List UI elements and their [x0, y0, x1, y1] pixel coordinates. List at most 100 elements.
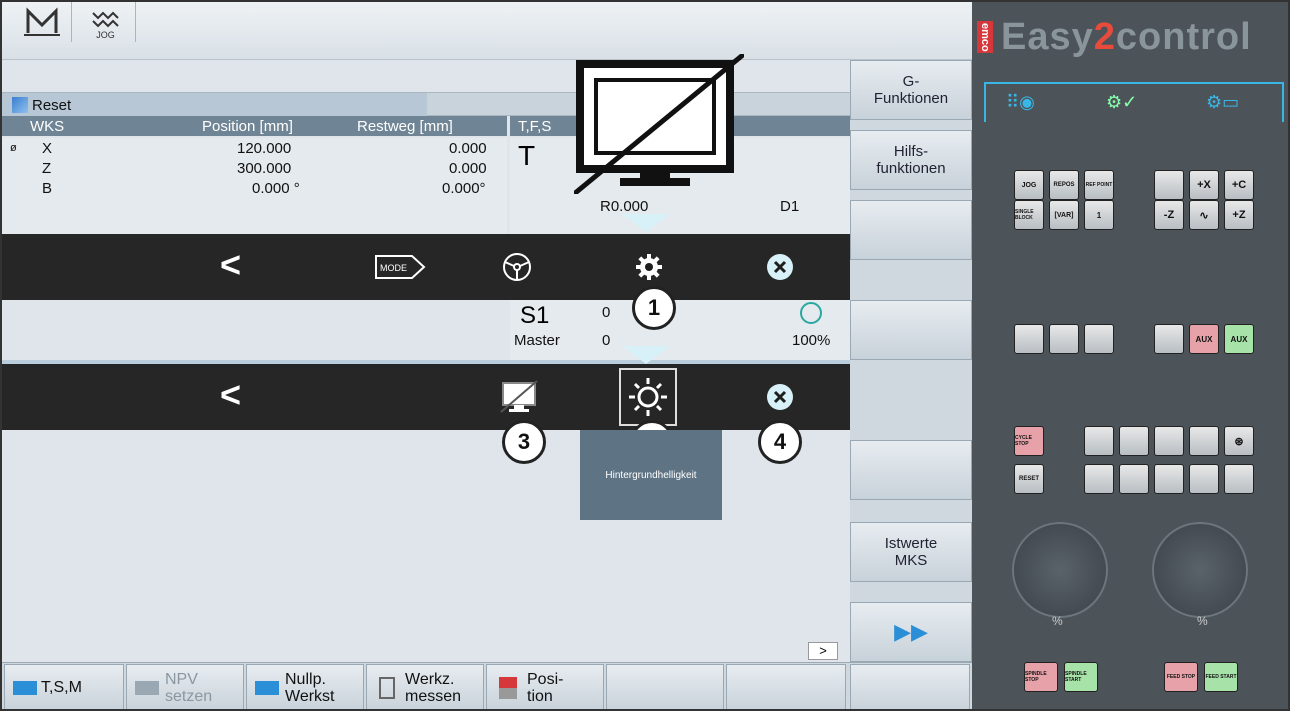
app-window: JOG Reset WKS Position [mm] Restweg [mm]… — [0, 0, 1290, 711]
handwheel-key[interactable]: ⊛ — [1224, 426, 1254, 456]
var-key-label: [VAR] — [1054, 211, 1074, 219]
cycle-stop-key[interactable]: CYCLE STOP — [1014, 426, 1044, 456]
axis-z: Z — [42, 160, 52, 177]
more-softkey[interactable]: ▶▶ — [850, 602, 972, 662]
blank-key-7[interactable] — [1119, 426, 1149, 456]
jog-label: JOG — [96, 30, 115, 40]
tab-machine-icon[interactable]: ⠿◉ — [1006, 92, 1035, 113]
position-softkey[interactable]: Posi-tion — [486, 664, 604, 709]
spindle-stop-key[interactable]: SPINDLE STOP — [1024, 662, 1058, 692]
gear-icon[interactable] — [634, 252, 664, 287]
blank-key-10[interactable] — [1084, 464, 1114, 494]
spindle-start-label: SPINDLE START — [1065, 671, 1087, 683]
feed-stop-key[interactable]: FEED STOP — [1164, 662, 1198, 692]
col-tfs: T,F,S — [518, 117, 552, 135]
blank-key-9[interactable] — [1189, 426, 1219, 456]
spindle-stop-label: SPINDLE STOP — [1025, 671, 1047, 683]
tsm-icon — [13, 681, 37, 695]
row-marker: ø — [10, 142, 17, 154]
steering-wheel-icon[interactable] — [502, 252, 532, 287]
pos-b: 0.000 ° — [252, 180, 300, 197]
tsm-softkey[interactable]: T,S,M — [4, 664, 124, 709]
close-icon-2[interactable] — [765, 382, 795, 417]
display-off-small-icon[interactable] — [499, 380, 539, 419]
refpoint-key[interactable]: REF POINT — [1084, 170, 1114, 200]
aux-key-1[interactable]: AUX — [1189, 324, 1219, 354]
mode-icon[interactable]: MODE — [374, 254, 426, 285]
machine-icon[interactable] — [12, 2, 72, 42]
s1-value: 0 — [602, 304, 611, 321]
logo-control: control — [1115, 15, 1252, 58]
jog-icon[interactable]: JOG — [76, 2, 136, 42]
emco-brand: emco — [977, 20, 993, 54]
npv-setzen-softkey[interactable]: NPV setzen — [126, 664, 244, 709]
softkey-3[interactable] — [850, 200, 972, 260]
close-icon-1[interactable] — [765, 252, 795, 287]
col-position: Position [mm] — [202, 117, 293, 135]
var-key[interactable]: [VAR] — [1049, 200, 1079, 230]
refpoint-key-label: REF POINT — [1085, 182, 1113, 188]
blank-key-4[interactable] — [1084, 324, 1114, 354]
feed-override-dial[interactable] — [1152, 522, 1248, 618]
g-funktionen-softkey[interactable]: G- Funktionen — [850, 60, 972, 120]
empty-softkey-7[interactable] — [726, 664, 846, 709]
istwerte-mks-softkey[interactable]: Istwerte MKS — [850, 522, 972, 582]
rapid-key[interactable]: ∿ — [1189, 200, 1219, 230]
aux-key-2[interactable]: AUX — [1224, 324, 1254, 354]
tile-label: Hintergrundhelligkeit — [605, 469, 697, 481]
spindle-override-dial[interactable] — [1012, 522, 1108, 618]
increment-1-key[interactable]: 1 — [1084, 200, 1114, 230]
feed-start-key[interactable]: FEED START — [1204, 662, 1238, 692]
repos-key-label: REPOS — [1053, 182, 1075, 188]
tab-keyboard-icon[interactable]: ⚙▭ — [1206, 92, 1239, 113]
minus-z-label: -Z — [1163, 209, 1175, 221]
expand-button[interactable]: > — [808, 642, 838, 660]
r0-value: R0.000 — [600, 198, 649, 215]
plus-z-key[interactable]: +Z — [1224, 200, 1254, 230]
dial-2-percent: % — [1197, 614, 1208, 628]
softkey-7[interactable] — [850, 440, 972, 500]
plus-x-key[interactable]: +X — [1189, 170, 1219, 200]
background-brightness-tile[interactable]: Hintergrundhelligkeit — [580, 430, 722, 520]
tool-t: T — [518, 140, 536, 171]
reset-key[interactable]: RESET — [1014, 464, 1044, 494]
nullp-werkst-softkey[interactable]: Nullp. Werkst — [246, 664, 364, 709]
spindle-status-icon — [800, 302, 822, 324]
axis-b: B — [42, 180, 53, 197]
minus-z-key[interactable]: -Z — [1154, 200, 1184, 230]
single-block-key[interactable]: SINGLE BLOCK — [1014, 200, 1044, 230]
pos-z: 300.000 — [237, 160, 292, 177]
werkz-messen-softkey[interactable]: Werkz. messen — [366, 664, 484, 709]
blank-key-1[interactable] — [1154, 170, 1184, 200]
jog-key[interactable]: JOG — [1014, 170, 1044, 200]
pointer-arrow-2 — [622, 346, 670, 364]
rest-b: 0.000° — [442, 180, 486, 197]
brightness-icon[interactable] — [619, 368, 677, 426]
pos-x: 120.000 — [237, 140, 292, 157]
blank-key-14[interactable] — [1224, 464, 1254, 494]
axis-x: X — [42, 140, 53, 157]
callout-3: 3 — [502, 420, 546, 464]
spindle-start-key[interactable]: SPINDLE START — [1064, 662, 1098, 692]
blank-key-11[interactable] — [1119, 464, 1149, 494]
blank-key-5[interactable] — [1154, 324, 1184, 354]
empty-softkey-8[interactable] — [850, 664, 970, 709]
cycle-stop-label: CYCLE STOP — [1015, 435, 1032, 447]
empty-softkey-6[interactable] — [606, 664, 724, 709]
blank-key-3[interactable] — [1049, 324, 1079, 354]
softkey-5[interactable] — [850, 300, 972, 360]
plus-c-key[interactable]: +C — [1224, 170, 1254, 200]
hilfsfunktionen-softkey[interactable]: Hilfs- funktionen — [850, 130, 972, 190]
prev-chevron-2[interactable]: < — [220, 374, 241, 416]
blank-key-8[interactable] — [1154, 426, 1184, 456]
prev-chevron-1[interactable]: < — [220, 244, 241, 286]
master-value: 0 — [602, 332, 611, 349]
aux-2-label: AUX — [1230, 334, 1248, 344]
blank-key-13[interactable] — [1189, 464, 1219, 494]
position-label-1: Posi- — [527, 671, 564, 688]
blank-key-6[interactable] — [1084, 426, 1114, 456]
tab-settings-icon[interactable]: ⚙✓ — [1106, 92, 1137, 113]
blank-key-2[interactable] — [1014, 324, 1044, 354]
blank-key-12[interactable] — [1154, 464, 1184, 494]
repos-key[interactable]: REPOS — [1049, 170, 1079, 200]
